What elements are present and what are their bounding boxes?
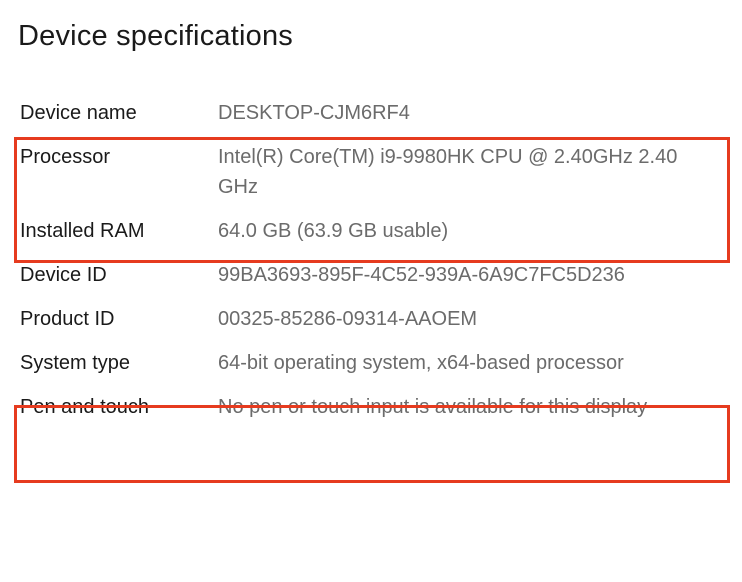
spec-label: System type: [20, 348, 218, 378]
spec-value: Intel(R) Core(TM) i9-9980HK CPU @ 2.40GH…: [218, 142, 722, 202]
spec-label: Pen and touch: [20, 392, 218, 422]
spec-label: Product ID: [20, 304, 218, 334]
device-specs: Device name DESKTOP-CJM6RF4 Processor In…: [18, 91, 724, 429]
spec-label: Processor: [20, 142, 218, 172]
spec-value: 00325-85286-09314-AAOEM: [218, 304, 722, 334]
spec-label: Device ID: [20, 260, 218, 290]
section-title: Device specifications: [18, 20, 724, 53]
spec-row-product-id: Product ID 00325-85286-09314-AAOEM: [18, 297, 724, 341]
spec-value: No pen or touch input is available for t…: [218, 392, 722, 422]
spec-row-installed-ram: Installed RAM 64.0 GB (63.9 GB usable): [18, 209, 724, 253]
spec-label: Installed RAM: [20, 216, 218, 246]
spec-value: DESKTOP-CJM6RF4: [218, 98, 722, 128]
spec-value: 64-bit operating system, x64-based proce…: [218, 348, 722, 378]
spec-label: Device name: [20, 98, 218, 128]
spec-row-pen-touch: Pen and touch No pen or touch input is a…: [18, 385, 724, 429]
spec-value: 64.0 GB (63.9 GB usable): [218, 216, 722, 246]
spec-row-device-name: Device name DESKTOP-CJM6RF4: [18, 91, 724, 135]
spec-row-system-type: System type 64-bit operating system, x64…: [18, 341, 724, 385]
spec-value: 99BA3693-895F-4C52-939A-6A9C7FC5D236: [218, 260, 722, 290]
spec-row-processor: Processor Intel(R) Core(TM) i9-9980HK CP…: [18, 135, 724, 209]
spec-row-device-id: Device ID 99BA3693-895F-4C52-939A-6A9C7F…: [18, 253, 724, 297]
